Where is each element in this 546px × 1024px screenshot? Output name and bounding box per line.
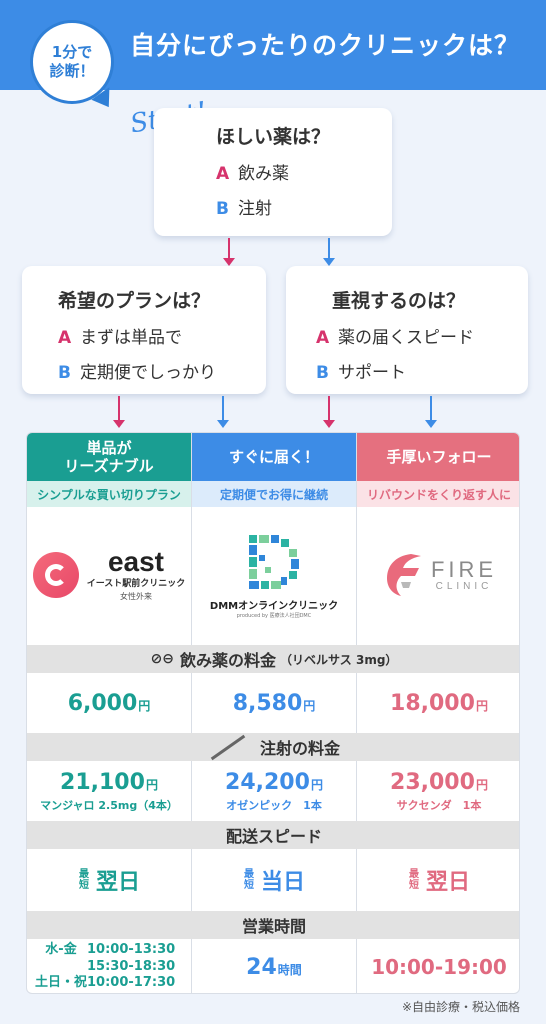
injection-price-fire: 23,000円 サクセンダ 1本 bbox=[390, 769, 488, 812]
syringe-icon bbox=[210, 734, 246, 760]
pill-icon: ⊘⊖ bbox=[150, 651, 175, 667]
dmm-mark-icon bbox=[249, 535, 299, 589]
fire-mark-icon bbox=[386, 554, 421, 596]
injection-price-east: 21,100円 マンジャロ 2.5mg（4本） bbox=[40, 769, 178, 812]
oral-price-fire: 18,000円 bbox=[390, 690, 488, 716]
hours-east: 水-金 10:00-13:30 15:30-18:30 土日・祝10:00-17:… bbox=[35, 941, 176, 991]
delivery-east: 最短 翌日 bbox=[78, 869, 140, 895]
option-a: A まずは単品で bbox=[58, 328, 182, 348]
section-delivery: 配送スピード bbox=[27, 821, 519, 849]
fire-logo: FIRE CLINIC bbox=[357, 507, 519, 643]
east-mark-icon bbox=[32, 552, 79, 598]
section-oral-price: ⊘⊖ 飲み薬の料金 （リベルサス 3mg） bbox=[27, 645, 519, 673]
column-sub-fire: リバウンドをくり返す人に bbox=[357, 481, 519, 507]
oral-price-east: 6,000円 bbox=[67, 690, 151, 716]
question-plan-title: 希望のプランは？ bbox=[58, 290, 211, 312]
arrow-down bbox=[323, 238, 335, 266]
option-a: A 飲み薬 bbox=[216, 164, 289, 184]
option-a: A 薬の届くスピード bbox=[316, 328, 474, 348]
arrow-down bbox=[113, 396, 125, 428]
question-plan: 希望のプランは？ A まずは単品で B 定期便でしっかり bbox=[22, 266, 266, 394]
column-head-dmm: すぐに届く！ bbox=[192, 433, 356, 481]
arrow-down bbox=[217, 396, 229, 428]
question-priority: 重視するのは？ A 薬の届くスピード B サポート bbox=[286, 266, 528, 394]
east-logo: east イースト駅前クリニック 女性外来 bbox=[27, 507, 191, 643]
page-title: 自分にぴったりのクリニックは？ bbox=[130, 31, 521, 60]
section-hours: 営業時間 bbox=[27, 911, 519, 939]
column-head-fire: 手厚いフォロー bbox=[357, 433, 519, 481]
oral-price-dmm: 8,580円 bbox=[232, 690, 316, 716]
diagnosis-badge: 1分で 診断！ bbox=[30, 20, 114, 104]
badge-line-1: 1分で bbox=[51, 42, 93, 61]
option-b: B サポート bbox=[316, 363, 406, 383]
hours-dmm: 24時間 bbox=[246, 954, 302, 980]
footnote: ※自由診療・税込価格 bbox=[401, 1000, 520, 1014]
injection-price-dmm: 24,200円 オゼンピック 1本 bbox=[225, 769, 323, 812]
dmm-logo: DMMオンラインクリニック produced by 医療法人社団DMC bbox=[192, 507, 356, 643]
arrow-down bbox=[425, 396, 437, 428]
column-sub-dmm: 定期便でお得に継続 bbox=[192, 481, 356, 507]
option-b: B 注射 bbox=[216, 199, 272, 219]
delivery-fire: 最短 翌日 bbox=[408, 869, 470, 895]
section-injection-price: 注射の料金 bbox=[27, 733, 519, 761]
hours-fire: 10:00-19:00 bbox=[371, 955, 507, 979]
question-medicine: ほしい薬は？ A 飲み薬 B 注射 bbox=[154, 108, 392, 236]
question-priority-title: 重視するのは？ bbox=[332, 290, 466, 312]
arrow-down bbox=[223, 238, 235, 266]
comparison-table: 単品が リーズナブル すぐに届く！ 手厚いフォロー シンプルな買い切りプラン 定… bbox=[26, 432, 520, 994]
badge-line-2: 診断！ bbox=[49, 62, 95, 80]
question-medicine-title: ほしい薬は？ bbox=[216, 126, 331, 148]
column-head-east: 単品が リーズナブル bbox=[27, 433, 191, 481]
arrow-down bbox=[323, 396, 335, 428]
delivery-dmm: 最短 当日 bbox=[243, 869, 305, 895]
column-sub-east: シンプルな買い切りプラン bbox=[27, 481, 191, 507]
option-b: B 定期便でしっかり bbox=[58, 363, 216, 383]
